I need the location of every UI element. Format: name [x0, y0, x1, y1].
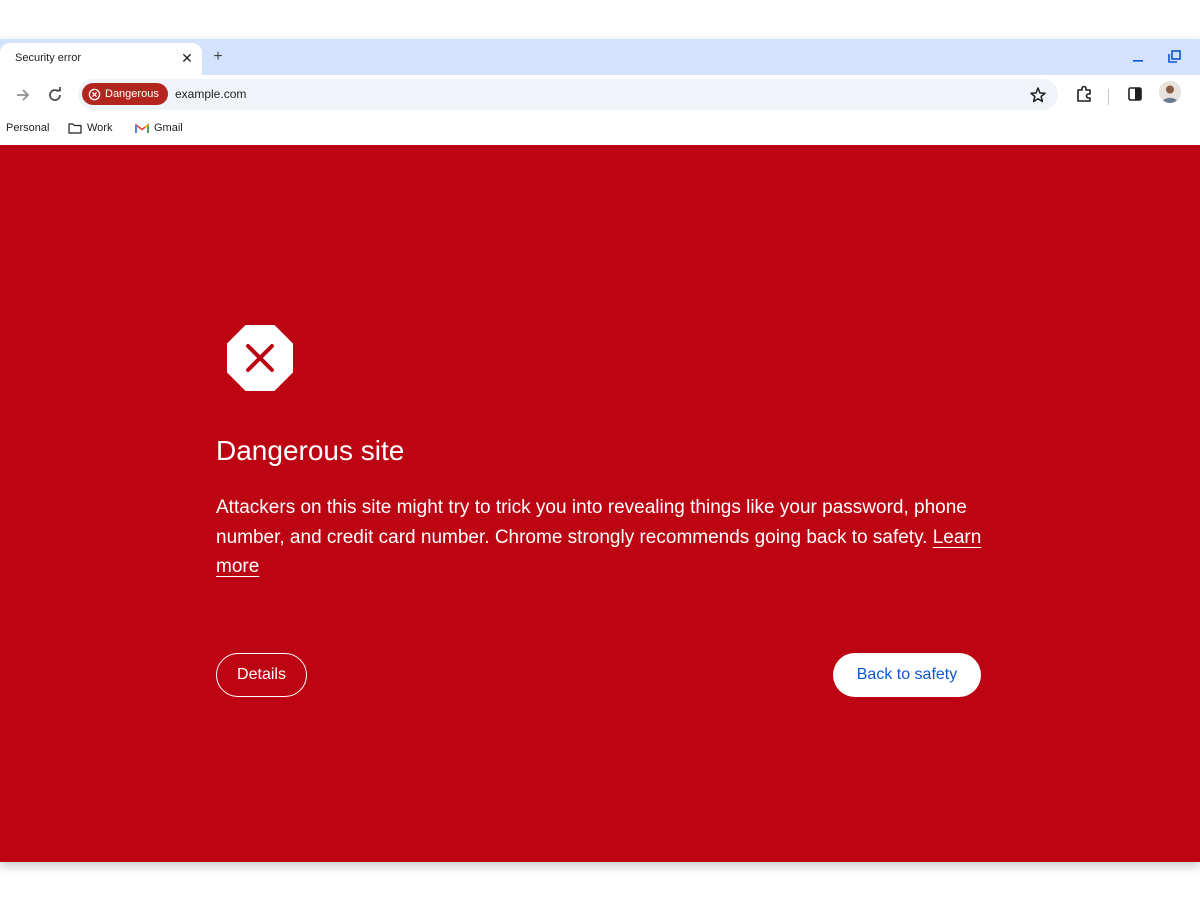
minimize-icon[interactable] — [1128, 47, 1148, 67]
dangerous-site-interstitial: Dangerous site Attackers on this site mi… — [0, 145, 1200, 862]
folder-icon — [68, 123, 82, 134]
page-title: Dangerous site — [216, 435, 405, 466]
bookmark-gmail[interactable]: Gmail — [135, 122, 183, 134]
toolbar-separator — [1108, 89, 1109, 105]
new-tab-icon[interactable]: + — [208, 47, 228, 67]
bookmark-label: Work — [87, 122, 113, 134]
browser-window: Security error ✕ + Dangerous example.com… — [0, 39, 1200, 862]
warning-description: Attackers on this site might try to tric… — [216, 493, 996, 582]
side-panel-icon[interactable] — [1124, 83, 1146, 105]
tab-title: Security error — [15, 52, 82, 64]
bookmarks-bar: Personal Work Gmail — [0, 115, 1200, 145]
url-text[interactable]: example.com — [175, 87, 246, 101]
back-to-safety-button[interactable]: Back to safety — [833, 653, 981, 697]
details-button[interactable]: Details — [216, 653, 307, 697]
danger-octagon-icon — [227, 325, 293, 391]
security-chip-label: Dangerous — [105, 88, 159, 100]
bookmark-personal[interactable]: Personal — [6, 122, 49, 134]
bookmark-label: Personal — [6, 122, 50, 134]
toolbar: Dangerous example.com — [0, 75, 1200, 115]
warning-text: Attackers on this site might try to tric… — [216, 497, 967, 548]
reload-icon[interactable] — [43, 83, 67, 107]
forward-arrow-icon[interactable] — [11, 83, 35, 107]
bookmark-star-icon[interactable] — [1028, 85, 1048, 105]
bookmark-work[interactable]: Work — [68, 122, 112, 134]
profile-avatar[interactable] — [1159, 81, 1181, 103]
gmail-icon — [135, 122, 149, 133]
address-bar[interactable]: Dangerous example.com — [78, 79, 1058, 110]
extensions-icon[interactable] — [1073, 83, 1095, 105]
danger-circle-icon — [88, 88, 101, 100]
bookmark-label: Gmail — [154, 122, 183, 134]
restore-icon[interactable] — [1164, 47, 1184, 67]
tab-strip: Security error ✕ + — [0, 39, 1200, 75]
tab-security-error[interactable]: Security error ✕ — [0, 43, 202, 75]
tab-close-icon[interactable]: ✕ — [178, 49, 196, 67]
security-chip[interactable]: Dangerous — [82, 83, 168, 105]
